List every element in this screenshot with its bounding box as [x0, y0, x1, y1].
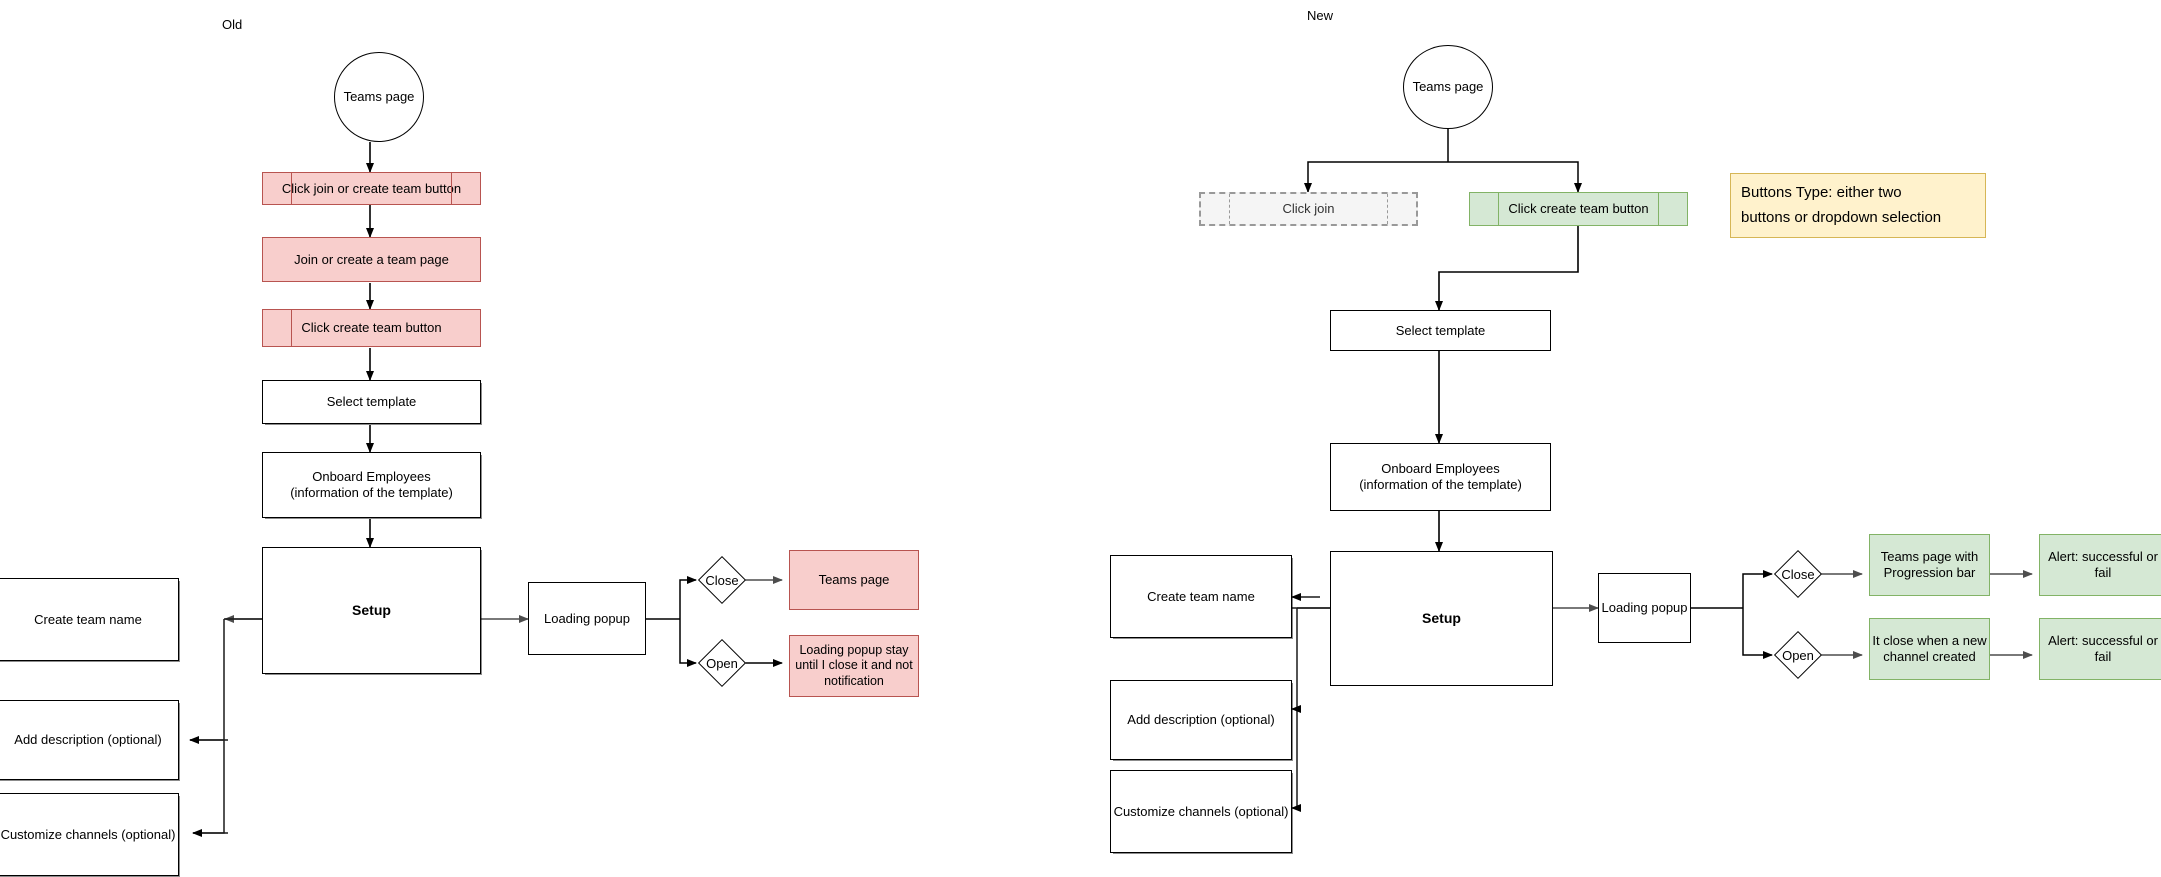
- cell-divider-left: [1498, 193, 1499, 225]
- new-branch-close[interactable]: Close: [1773, 549, 1823, 599]
- old-section-title: Old: [222, 17, 243, 32]
- old-step-join-or-create-team-page-label: Join or create a team page: [294, 251, 449, 267]
- new-step-click-join-label: Click join: [1282, 201, 1335, 217]
- cell-divider-right: [1658, 193, 1659, 225]
- old-side-customize-channels-label: Customize channels (optional): [0, 826, 176, 842]
- old-step-join-or-create-team-page[interactable]: Join or create a team page: [262, 237, 481, 282]
- cell-divider-left: [291, 310, 292, 346]
- flowchart-canvas: Old Teams page Click join or create team…: [0, 0, 2161, 877]
- new-side-customize-channels[interactable]: Customize channels (optional): [1110, 770, 1292, 853]
- old-side-add-description-label: Add description (optional): [14, 732, 162, 748]
- new-alert-close: Alert: successful or fail: [2039, 534, 2161, 596]
- old-step-setup-label: Setup: [352, 601, 391, 618]
- new-side-add-description[interactable]: Add description (optional): [1110, 680, 1292, 760]
- old-step-select-template[interactable]: Select template: [262, 380, 481, 424]
- new-note-buttons-type-label: Buttons Type: either two buttons or drop…: [1741, 183, 1942, 226]
- old-side-customize-channels[interactable]: Customize channels (optional): [0, 793, 179, 876]
- old-step-setup[interactable]: Setup: [262, 547, 481, 674]
- new-step-click-create-team-button-label: Click create team button: [1508, 201, 1649, 217]
- new-alert-open-label: Alert: successful or fail: [2048, 633, 2158, 664]
- old-step-click-join-or-create-team-button-label: Click join or create team button: [281, 180, 462, 196]
- old-outcome-open-loading-popup-stay: Loading popup stay until I close it and …: [789, 635, 919, 697]
- old-start-teams-page: Teams page: [334, 52, 424, 142]
- new-branch-close-label: Close: [1781, 566, 1815, 582]
- new-step-loading-popup-label: Loading popup: [1601, 600, 1688, 616]
- new-step-click-join[interactable]: Click join: [1199, 192, 1418, 226]
- old-step-loading-popup[interactable]: Loading popup: [528, 582, 646, 655]
- new-step-select-template-label: Select template: [1395, 322, 1486, 338]
- old-side-add-description[interactable]: Add description (optional): [0, 700, 179, 780]
- new-step-loading-popup[interactable]: Loading popup: [1598, 573, 1691, 643]
- old-step-click-create-team-button[interactable]: Click create team button: [262, 309, 481, 347]
- old-step-select-template-label: Select template: [326, 394, 417, 410]
- old-step-onboard-employees[interactable]: Onboard Employees (information of the te…: [262, 452, 481, 518]
- old-side-create-team-name-label: Create team name: [34, 611, 142, 627]
- cell-divider-left: [291, 173, 292, 204]
- new-alert-close-label: Alert: successful or fail: [2048, 549, 2158, 580]
- old-branch-close-label: Close: [705, 572, 739, 588]
- new-step-setup[interactable]: Setup: [1330, 551, 1553, 686]
- new-section-title: New: [1307, 8, 1334, 23]
- old-branch-open[interactable]: Open: [697, 638, 747, 688]
- cell-divider-right: [451, 173, 452, 204]
- connector-layer: [189, 128, 2033, 837]
- old-outcome-close-teams-page: Teams page: [789, 550, 919, 610]
- new-step-select-template[interactable]: Select template: [1330, 310, 1551, 351]
- new-note-buttons-type: Buttons Type: either two buttons or drop…: [1730, 173, 1986, 238]
- new-outcome-open-close-on-channel-created: It close when a new channel created: [1869, 618, 1990, 680]
- old-outcome-open-loading-popup-stay-label: Loading popup stay until I close it and …: [795, 643, 913, 688]
- new-start-teams-page: Teams page: [1403, 45, 1493, 129]
- old-step-onboard-employees-label: Onboard Employees (information of the te…: [290, 469, 453, 500]
- new-step-onboard-employees[interactable]: Onboard Employees (information of the te…: [1330, 443, 1551, 511]
- new-step-setup-label: Setup: [1422, 609, 1461, 626]
- new-side-create-team-name-label: Create team name: [1147, 588, 1255, 604]
- new-step-onboard-employees-label: Onboard Employees (information of the te…: [1359, 461, 1522, 492]
- new-alert-open: Alert: successful or fail: [2039, 618, 2161, 680]
- new-side-add-description-label: Add description (optional): [1127, 712, 1275, 728]
- cell-divider-right: [1387, 194, 1388, 224]
- old-step-click-join-or-create-team-button[interactable]: Click join or create team button: [262, 172, 481, 205]
- new-outcome-close-teams-page-progression: Teams page with Progression bar: [1869, 534, 1990, 596]
- old-step-loading-popup-label: Loading popup: [543, 610, 631, 626]
- new-branch-open-label: Open: [1782, 647, 1814, 663]
- old-branch-open-label: Open: [706, 655, 738, 671]
- old-outcome-close-teams-page-label: Teams page: [818, 572, 890, 588]
- old-branch-close[interactable]: Close: [697, 555, 747, 605]
- new-step-click-create-team-button[interactable]: Click create team button: [1469, 192, 1688, 226]
- cell-divider-left: [1229, 194, 1230, 224]
- new-branch-open[interactable]: Open: [1773, 630, 1823, 680]
- new-outcome-open-close-on-channel-created-label: It close when a new channel created: [1872, 633, 1987, 664]
- old-step-click-create-team-button-label: Click create team button: [301, 320, 442, 336]
- new-side-customize-channels-label: Customize channels (optional): [1113, 803, 1289, 819]
- new-side-create-team-name[interactable]: Create team name: [1110, 555, 1292, 638]
- old-side-create-team-name[interactable]: Create team name: [0, 578, 179, 661]
- new-outcome-close-teams-page-progression-label: Teams page with Progression bar: [1880, 549, 1979, 580]
